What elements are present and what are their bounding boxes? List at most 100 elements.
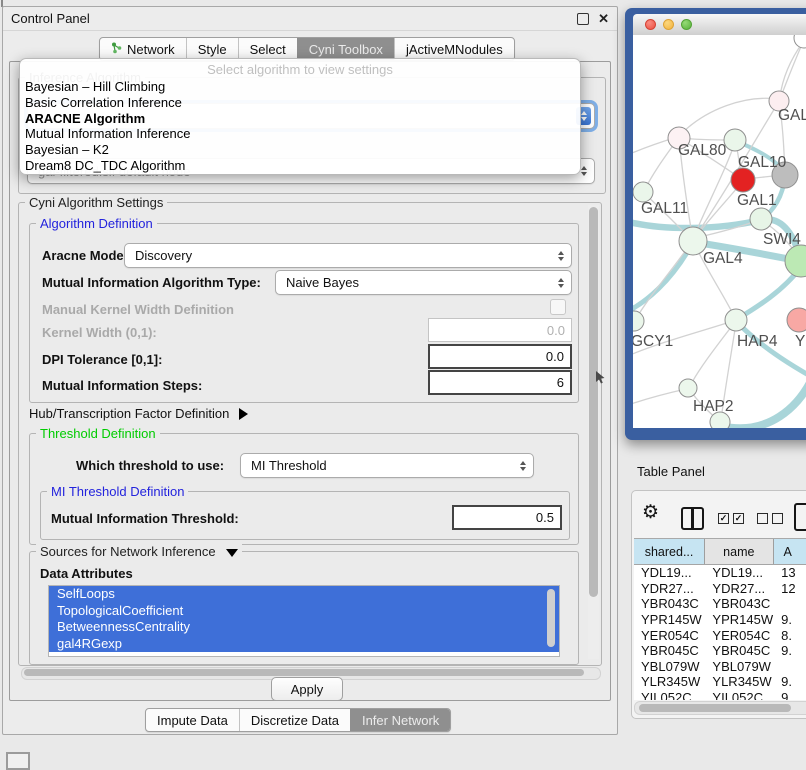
- table-cell: YDL19...: [634, 565, 705, 580]
- tab-jactivemnodules[interactable]: jActiveMNodules: [394, 38, 514, 60]
- network-canvas[interactable]: GALGAL80GAL10GAL1GAL11SWI4GAL4GCY1HAP4YH…: [633, 35, 806, 428]
- algorithm-popup-item[interactable]: Basic Correlation Inference: [20, 95, 580, 111]
- column-header-shared[interactable]: shared...: [634, 539, 705, 564]
- algorithm-popup-item[interactable]: ARACNE Algorithm: [20, 111, 580, 127]
- expand-right-icon[interactable]: [239, 408, 248, 420]
- data-attributes-list[interactable]: SelfLoopsTopologicalCoefficientBetweenne…: [48, 585, 560, 657]
- settings-hscrollbar-thumb[interactable]: [24, 669, 584, 676]
- table-cell: 13: [774, 565, 806, 580]
- combo-arrows-icon: [553, 274, 568, 291]
- kernel-width-input[interactable]: 0.0: [428, 318, 572, 342]
- mi-threshold-value: 0.5: [536, 510, 554, 525]
- table-hscrollbar-thumb[interactable]: [639, 704, 791, 712]
- network-node-top[interactable]: [794, 35, 806, 48]
- network-node-label: GAL: [778, 107, 806, 124]
- bottom-tabbar: Impute Data Discretize Data Infer Networ…: [145, 708, 451, 732]
- algorithm-popup-item[interactable]: Mutual Information Inference: [20, 126, 580, 142]
- panel-title: Control Panel: [11, 11, 90, 26]
- algorithm-popup-item[interactable]: Dream8 DC_TDC Algorithm: [20, 158, 580, 174]
- tab-discretize-data[interactable]: Discretize Data: [239, 709, 350, 731]
- network-node-gal11[interactable]: [633, 182, 653, 202]
- tab-network[interactable]: Network: [100, 38, 186, 60]
- tab-infer-network[interactable]: Infer Network: [350, 709, 450, 731]
- network-edge: [633, 389, 686, 406]
- table-cell: YER054C: [634, 628, 705, 643]
- list-scrollbar-thumb[interactable]: [547, 589, 555, 647]
- gear-icon[interactable]: ⚙: [642, 503, 659, 522]
- kernel-width-label: Kernel Width (0,1):: [42, 325, 157, 340]
- table-row[interactable]: YBR043CYBR043C: [634, 596, 806, 612]
- data-attribute-item[interactable]: TopologicalCoefficient: [49, 603, 559, 620]
- column-header-name[interactable]: name: [705, 539, 773, 564]
- combo-arrows-icon: [515, 457, 530, 474]
- data-attribute-item[interactable]: SelfLoops: [49, 586, 559, 603]
- network-node-swi4[interactable]: [750, 208, 772, 230]
- settings-scrollbar-track[interactable]: [588, 205, 599, 659]
- data-attribute-item[interactable]: BetweennessCentrality: [49, 619, 559, 636]
- cyni-algorithm-settings-group: Cyni Algorithm Settings Algorithm Defini…: [18, 202, 602, 666]
- mi-type-value: Naive Bayes: [286, 275, 359, 290]
- network-node-label: GAL11: [641, 200, 688, 217]
- minimize-window-icon[interactable]: [663, 19, 674, 30]
- algorithm-popup-item[interactable]: Bayesian – Hill Climbing: [20, 79, 580, 95]
- tab-cyni-toolbox[interactable]: Cyni Toolbox: [297, 38, 394, 60]
- corner-button[interactable]: [6, 752, 30, 770]
- mi-steps-input[interactable]: 6: [428, 370, 572, 395]
- hub-transcription-section[interactable]: Hub/Transcription Factor Definition: [29, 406, 248, 421]
- tab-impute-data[interactable]: Impute Data: [146, 709, 239, 731]
- table-row[interactable]: YDR27...YDR27...12: [634, 581, 806, 597]
- network-node-gal10[interactable]: [724, 129, 746, 151]
- control-panel-titlebar: Control Panel ✕: [3, 7, 617, 31]
- select-all-icon[interactable]: ✓ ✓: [718, 513, 744, 524]
- collapse-down-icon[interactable]: [226, 549, 238, 557]
- tab-style[interactable]: Style: [186, 38, 238, 60]
- file-icon[interactable]: [794, 503, 806, 531]
- table-row[interactable]: YBR045CYBR045C9.: [634, 643, 806, 659]
- unchecked-box-icon: [757, 513, 768, 524]
- apply-button[interactable]: Apply: [271, 677, 343, 701]
- table-row[interactable]: YBL079WYBL079W: [634, 659, 806, 675]
- table-row[interactable]: YIL052CYIL052C9: [634, 690, 806, 700]
- close-window-icon[interactable]: [645, 19, 656, 30]
- network-node-left-small[interactable]: [633, 311, 644, 331]
- deselect-all-icon[interactable]: [757, 513, 783, 524]
- table-row[interactable]: YER054CYER054C8.: [634, 627, 806, 643]
- zoom-window-icon[interactable]: [681, 19, 692, 30]
- network-node-hap4[interactable]: [725, 309, 747, 331]
- table-row[interactable]: YDL19...YDL19...13: [634, 565, 806, 581]
- column-header-partial[interactable]: A: [774, 539, 806, 564]
- network-node-label: GAL4: [703, 250, 743, 267]
- algorithm-popup-item[interactable]: Bayesian – K2: [20, 142, 580, 158]
- mi-type-combo[interactable]: Naive Bayes: [275, 270, 572, 295]
- data-attribute-item[interactable]: gal4RGexp: [49, 636, 559, 653]
- which-threshold-combo[interactable]: MI Threshold: [240, 453, 534, 478]
- network-node-big-right[interactable]: [785, 245, 806, 277]
- network-node-label: GAL10: [738, 154, 787, 171]
- mi-threshold-input[interactable]: 0.5: [452, 505, 562, 530]
- network-node-red[interactable]: [731, 168, 755, 192]
- mi-threshold-group: MI Threshold Definition Mutual Informati…: [40, 491, 570, 540]
- table-row[interactable]: YLR345WYLR345W9.: [634, 674, 806, 690]
- table-cell: YLR345W: [634, 674, 705, 689]
- aracne-mode-combo[interactable]: Discovery: [124, 243, 572, 268]
- columns-icon[interactable]: [681, 507, 704, 530]
- network-tab-icon: [111, 42, 122, 57]
- network-node-hap2[interactable]: [679, 379, 697, 397]
- table-cell: YBR043C: [634, 596, 705, 611]
- checked-box-icon: ✓: [718, 513, 729, 524]
- tab-select[interactable]: Select: [238, 38, 297, 60]
- settings-scrollbar-thumb[interactable]: [589, 207, 598, 597]
- float-panel-icon[interactable]: [577, 13, 589, 25]
- network-view-window: GALGAL80GAL10GAL1GAL11SWI4GAL4GCY1HAP4YH…: [625, 8, 806, 440]
- table-cell: 9.: [774, 674, 806, 689]
- sources-legend[interactable]: Sources for Network Inference: [36, 544, 242, 559]
- close-panel-icon[interactable]: ✕: [598, 14, 609, 24]
- dpi-tolerance-input[interactable]: 0.0: [428, 344, 572, 369]
- algorithm-definition-legend: Algorithm Definition: [36, 216, 157, 231]
- table-row[interactable]: YPR145WYPR145W9.: [634, 612, 806, 628]
- network-node-salmon[interactable]: [787, 308, 806, 332]
- algorithm-definition-group: Algorithm Definition Aracne Mode: Discov…: [29, 223, 579, 403]
- network-window-titlebar[interactable]: [633, 14, 806, 36]
- manual-kernel-checkbox[interactable]: [550, 299, 566, 315]
- table-hscrollbar-track[interactable]: [634, 701, 806, 715]
